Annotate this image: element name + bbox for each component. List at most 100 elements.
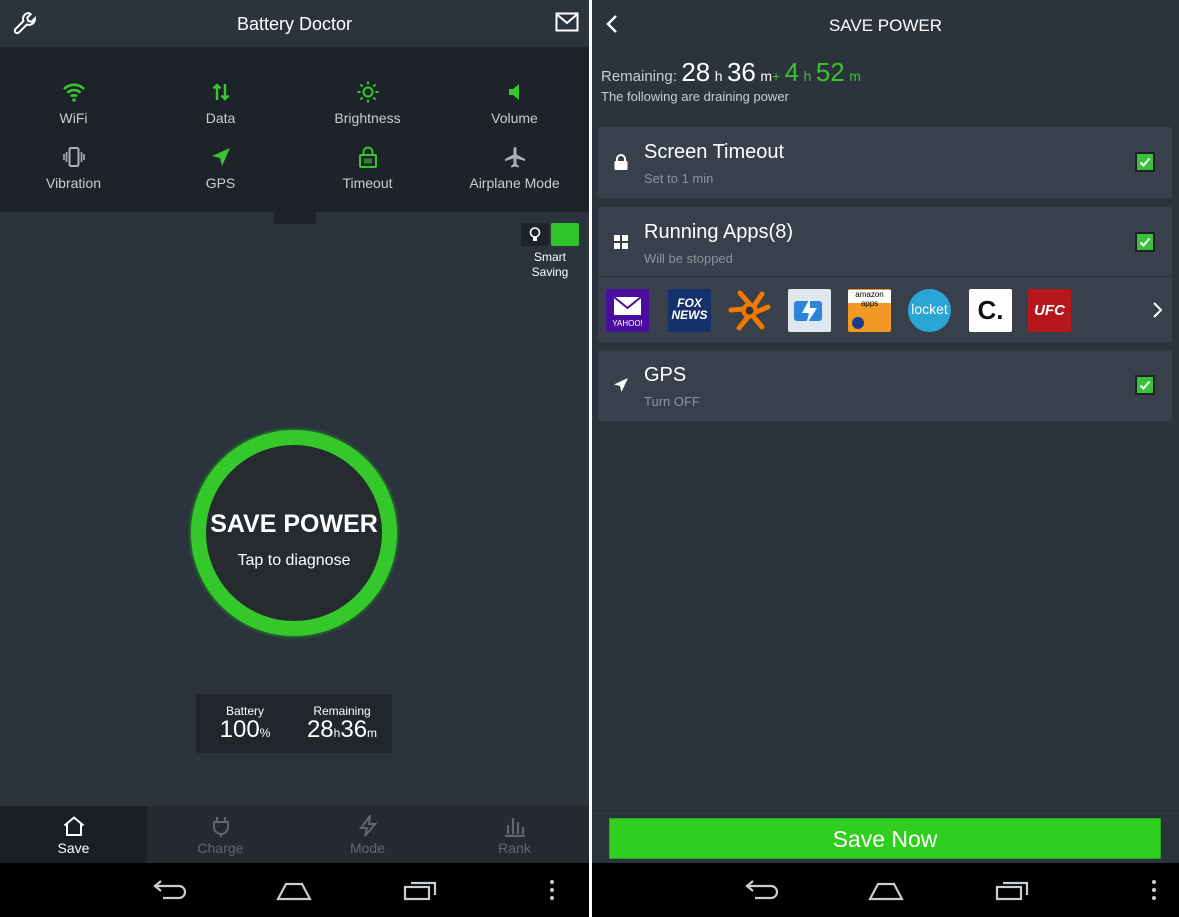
bar-chart-icon (504, 818, 525, 837)
remaining-m-unit: m (367, 726, 378, 740)
gain-prefix: + (772, 68, 781, 84)
remaining-time-readout: Remaining: 28 h 36 m+ 4 h 52 m (601, 57, 861, 88)
apps-grid-icon (614, 235, 628, 249)
toggle-data[interactable]: Data (147, 80, 294, 126)
ufc-app-icon[interactable]: UFC (1028, 289, 1071, 332)
toggle-airplane-mode[interactable]: Airplane Mode (441, 145, 588, 191)
item-subtitle: Will be stopped (644, 251, 733, 266)
toggle-volume[interactable]: Volume (441, 80, 588, 126)
overflow-menu-icon[interactable] (542, 878, 562, 902)
back-nav-icon[interactable] (149, 878, 189, 902)
amazon-apps-app-icon[interactable]: amazon apps (848, 289, 891, 332)
avast-app-icon[interactable] (728, 289, 771, 332)
overflow-menu-icon[interactable] (1144, 878, 1164, 902)
gps-item[interactable]: GPS Turn OFF (598, 350, 1172, 421)
battery-unit: % (259, 726, 271, 740)
tab-label: Save (57, 840, 90, 856)
mail-icon[interactable] (555, 12, 579, 32)
bulb-icon (521, 223, 549, 246)
back-nav-icon[interactable] (741, 878, 781, 902)
locket-app-icon[interactable]: locket (908, 289, 951, 332)
remaining-label: Remaining: (601, 68, 677, 85)
running-apps-checkbox[interactable] (1135, 232, 1155, 252)
toggle-vibration[interactable]: Vibration (0, 145, 147, 191)
toggle-timeout[interactable]: Timeout (294, 145, 441, 191)
toggle-label: GPS (205, 175, 236, 191)
item-title: GPS (644, 364, 687, 386)
tab-charge[interactable]: Charge (147, 806, 294, 863)
lock-icon (614, 154, 628, 170)
toggle-label: WiFi (59, 110, 88, 126)
remaining-minutes: 36 (726, 57, 756, 87)
home-nav-icon[interactable] (866, 878, 906, 902)
divider (592, 810, 1179, 811)
home-nav-icon[interactable] (274, 878, 314, 902)
battery-stats-box: Battery 100% Remaining 28h36m (196, 694, 392, 753)
recents-nav-icon[interactable] (992, 878, 1032, 902)
remaining-stat: Remaining 28h36m (296, 704, 388, 745)
airplane-icon (504, 147, 525, 168)
tab-label: Charge (197, 840, 244, 856)
app-title: Battery Doctor (236, 14, 353, 34)
app-label: UFC (1034, 302, 1065, 319)
app-label: C. (977, 295, 1004, 325)
gps-arrow-icon (211, 148, 230, 166)
bolt-icon (358, 815, 377, 837)
page-title: SAVE POWER (828, 16, 943, 35)
battery-value: 100 (219, 716, 260, 743)
toggle-brightness[interactable]: Brightness (294, 80, 441, 126)
item-subtitle: Turn OFF (644, 394, 700, 409)
smart-saving-label-line1: Smart (533, 250, 566, 264)
gain-m-unit: m (849, 68, 861, 84)
tab-label: Rank (498, 840, 531, 856)
data-arrows-icon (212, 83, 229, 101)
remaining-hours: 28 (681, 57, 711, 87)
smart-saving-switch[interactable] (551, 223, 579, 246)
item-subtitle: Set to 1 min (644, 171, 714, 186)
wifi-icon (62, 83, 85, 102)
screen-timeout-checkbox[interactable] (1135, 152, 1155, 172)
remaining-hours: 28 (306, 716, 334, 743)
toggle-label: Airplane Mode (469, 175, 560, 191)
gain-minutes: 52 (815, 57, 845, 87)
chevron-right-icon[interactable] (1151, 301, 1163, 319)
draining-power-caption: The following are draining power (601, 89, 789, 104)
toggle-panel-handle[interactable] (274, 210, 316, 224)
app-label: locket (911, 301, 948, 317)
battery-app-icon[interactable] (788, 289, 831, 332)
bottom-tab-bar: Save Charge Mode Rank (0, 806, 589, 863)
toggle-label: Volume (491, 110, 538, 126)
gps-arrow-icon (614, 378, 628, 392)
item-title: Running Apps(8) (644, 221, 793, 243)
screen-timeout-item[interactable]: Screen Timeout Set to 1 min (598, 127, 1172, 198)
toggle-label: Vibration (45, 175, 101, 191)
yahoo-mail-app-icon[interactable]: YAHOO! (606, 289, 649, 332)
tab-save[interactable]: Save (0, 806, 147, 863)
home-icon (63, 816, 84, 836)
recents-nav-icon[interactable] (400, 878, 440, 902)
toggle-gps[interactable]: GPS (147, 145, 294, 191)
tap-to-diagnose-label: Tap to diagnose (237, 552, 351, 569)
toggle-label: Timeout (342, 175, 393, 191)
item-title: Screen Timeout (644, 141, 785, 163)
timeout-lock-icon (358, 146, 377, 168)
battery-doctor-screen: Battery Doctor WiFi Data Brightness Volu… (0, 0, 589, 917)
android-nav-bar (592, 863, 1179, 917)
vibration-icon (62, 147, 85, 167)
tab-mode[interactable]: Mode (294, 806, 441, 863)
brightness-icon (357, 81, 378, 103)
app-label: YAHOO! (612, 319, 643, 328)
save-power-header: SAVE POWER (592, 0, 1179, 48)
plug-icon (212, 817, 229, 837)
save-now-button[interactable]: Save Now (609, 818, 1161, 859)
toggle-label: Brightness (334, 110, 401, 126)
gps-checkbox[interactable] (1135, 375, 1155, 395)
save-power-button[interactable]: SAVE POWER Tap to diagnose (191, 430, 397, 636)
c-app-icon[interactable]: C. (969, 289, 1012, 332)
app-label: FOX NEWS (671, 296, 708, 322)
toggle-label: Data (205, 110, 236, 126)
toggle-wifi[interactable]: WiFi (0, 80, 147, 126)
save-power-title: SAVE POWER (210, 510, 378, 538)
fox-news-app-icon[interactable]: FOX NEWS (668, 289, 711, 332)
tab-rank[interactable]: Rank (441, 806, 588, 863)
